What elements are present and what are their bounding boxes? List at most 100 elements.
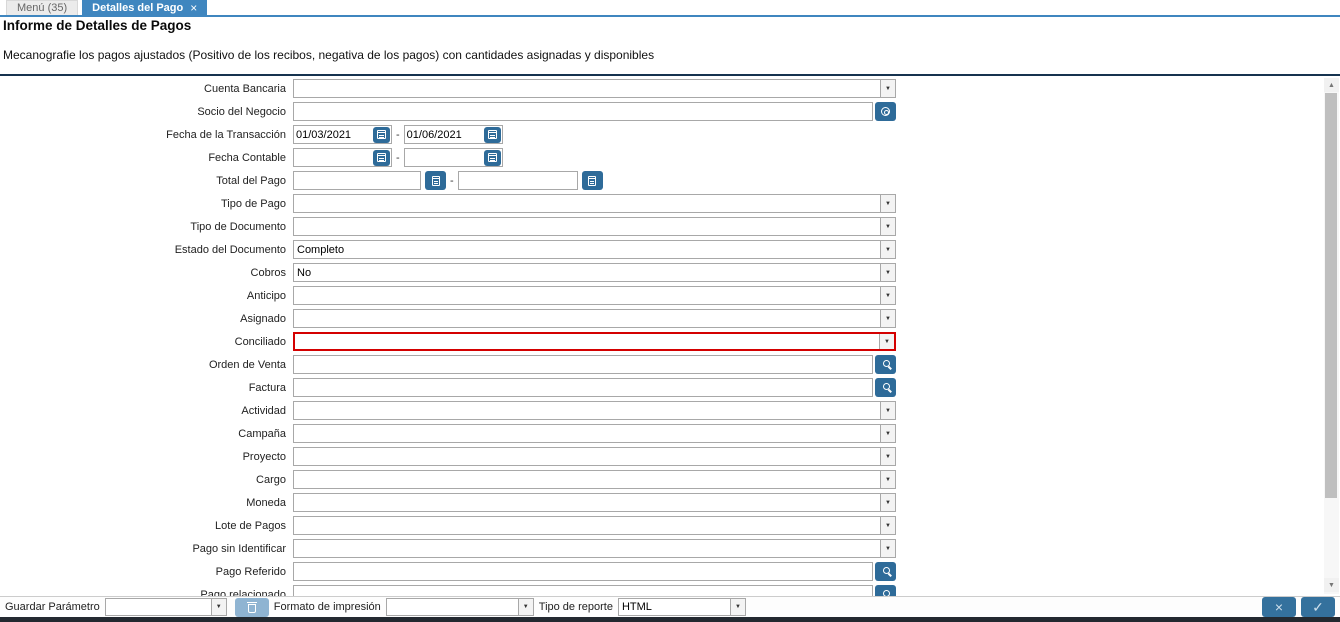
- lookup-input[interactable]: [293, 378, 873, 397]
- lookup-input[interactable]: [293, 355, 873, 374]
- lookup-input[interactable]: [293, 585, 873, 596]
- calculator-button[interactable]: [582, 171, 603, 190]
- combobox-input[interactable]: [295, 334, 879, 349]
- combobox[interactable]: ▼: [293, 194, 896, 213]
- combobox-input[interactable]: [294, 80, 880, 97]
- scrollbar-thumb[interactable]: [1325, 93, 1337, 498]
- date-input[interactable]: [294, 152, 373, 164]
- report-type-input[interactable]: [619, 599, 730, 615]
- tab-menu[interactable]: Menú (35): [6, 0, 78, 15]
- chevron-down-icon[interactable]: ▼: [880, 425, 895, 442]
- form-row: Proyecto▼: [0, 445, 1320, 468]
- combobox[interactable]: ▼: [293, 332, 896, 351]
- combobox[interactable]: ▼: [293, 286, 896, 305]
- date-field[interactable]: [293, 125, 392, 144]
- print-format-combobox[interactable]: ▼: [386, 598, 534, 616]
- search-icon: [883, 360, 890, 367]
- date-field[interactable]: [404, 148, 503, 167]
- chevron-down-icon[interactable]: ▼: [880, 540, 895, 557]
- tab-detalles-del-pago[interactable]: Detalles del Pago ×: [82, 0, 207, 15]
- combobox-input[interactable]: [294, 241, 880, 258]
- search-button[interactable]: [875, 378, 896, 397]
- calendar-button[interactable]: [484, 127, 501, 143]
- combobox[interactable]: ▼: [293, 424, 896, 443]
- combobox-input[interactable]: [294, 540, 880, 557]
- chevron-down-icon[interactable]: ▼: [880, 218, 895, 235]
- form-row: Cuenta Bancaria▼: [0, 77, 1320, 100]
- chevron-down-icon[interactable]: ▼: [518, 599, 533, 615]
- date-field[interactable]: [404, 125, 503, 144]
- amount-input[interactable]: [458, 171, 578, 190]
- date-field[interactable]: [293, 148, 392, 167]
- save-parameter-input[interactable]: [106, 599, 211, 615]
- search-icon: [883, 383, 890, 390]
- chevron-down-icon[interactable]: ▼: [880, 517, 895, 534]
- field-controls: ▼: [293, 332, 896, 351]
- field-label: Cobros: [0, 267, 293, 279]
- chevron-down-icon[interactable]: ▼: [730, 599, 745, 615]
- amount-input[interactable]: [293, 171, 421, 190]
- search-button[interactable]: [875, 355, 896, 374]
- combobox-input[interactable]: [294, 287, 880, 304]
- combobox-input[interactable]: [294, 264, 880, 281]
- chevron-down-icon[interactable]: ▼: [880, 80, 895, 97]
- scroll-up-icon[interactable]: ▲: [1324, 78, 1339, 92]
- combobox[interactable]: ▼: [293, 516, 896, 535]
- date-input[interactable]: [405, 129, 484, 141]
- chevron-down-icon[interactable]: ▼: [880, 402, 895, 419]
- chevron-down-icon[interactable]: ▼: [880, 448, 895, 465]
- chevron-down-icon[interactable]: ▼: [880, 241, 895, 258]
- combobox-input[interactable]: [294, 195, 880, 212]
- search-button[interactable]: [875, 562, 896, 581]
- combobox[interactable]: ▼: [293, 447, 896, 466]
- combobox-input[interactable]: [294, 425, 880, 442]
- calendar-button[interactable]: [373, 127, 390, 143]
- combobox[interactable]: ▼: [293, 470, 896, 489]
- print-format-input[interactable]: [387, 599, 518, 615]
- combobox[interactable]: ▼: [293, 309, 896, 328]
- combobox-input[interactable]: [294, 471, 880, 488]
- form-row: Total del Pago-: [0, 169, 1320, 192]
- chevron-down-icon[interactable]: ▼: [880, 310, 895, 327]
- combobox-input[interactable]: [294, 402, 880, 419]
- calendar-button[interactable]: [373, 150, 390, 166]
- save-parameter-combobox[interactable]: ▼: [105, 598, 227, 616]
- ok-button[interactable]: ✓: [1301, 597, 1335, 617]
- chevron-down-icon[interactable]: ▼: [880, 471, 895, 488]
- report-type-combobox[interactable]: ▼: [618, 598, 746, 616]
- form-row: Fecha de la Transacción-: [0, 123, 1320, 146]
- search-button[interactable]: [875, 585, 896, 596]
- chevron-down-icon[interactable]: ▼: [880, 494, 895, 511]
- scroll-down-icon[interactable]: ▼: [1324, 578, 1339, 592]
- field-controls: ▼: [293, 493, 896, 512]
- chevron-down-icon[interactable]: ▼: [880, 287, 895, 304]
- calendar-button[interactable]: [484, 150, 501, 166]
- calculator-button[interactable]: [425, 171, 446, 190]
- combobox-input[interactable]: [294, 517, 880, 534]
- combobox-input[interactable]: [294, 310, 880, 327]
- cancel-button[interactable]: ×: [1262, 597, 1296, 617]
- date-input[interactable]: [405, 152, 484, 164]
- chevron-down-icon[interactable]: ▼: [879, 334, 894, 349]
- chevron-down-icon[interactable]: ▼: [880, 195, 895, 212]
- record-lookup-button[interactable]: [875, 102, 896, 121]
- lookup-input[interactable]: [293, 562, 873, 581]
- combobox-input[interactable]: [294, 494, 880, 511]
- combobox[interactable]: ▼: [293, 401, 896, 420]
- vertical-scrollbar[interactable]: ▲ ▼: [1324, 78, 1339, 594]
- chevron-down-icon[interactable]: ▼: [880, 264, 895, 281]
- combobox-input[interactable]: [294, 218, 880, 235]
- form-row: Pago Referido: [0, 560, 1320, 583]
- combobox[interactable]: ▼: [293, 539, 896, 558]
- combobox[interactable]: ▼: [293, 217, 896, 236]
- close-icon[interactable]: ×: [190, 3, 197, 13]
- combobox[interactable]: ▼: [293, 240, 896, 259]
- date-input[interactable]: [294, 129, 373, 141]
- lookup-input[interactable]: [293, 102, 873, 121]
- combobox[interactable]: ▼: [293, 493, 896, 512]
- delete-parameter-button[interactable]: [235, 598, 269, 617]
- combobox[interactable]: ▼: [293, 79, 896, 98]
- combobox-input[interactable]: [294, 448, 880, 465]
- combobox[interactable]: ▼: [293, 263, 896, 282]
- chevron-down-icon[interactable]: ▼: [211, 599, 226, 615]
